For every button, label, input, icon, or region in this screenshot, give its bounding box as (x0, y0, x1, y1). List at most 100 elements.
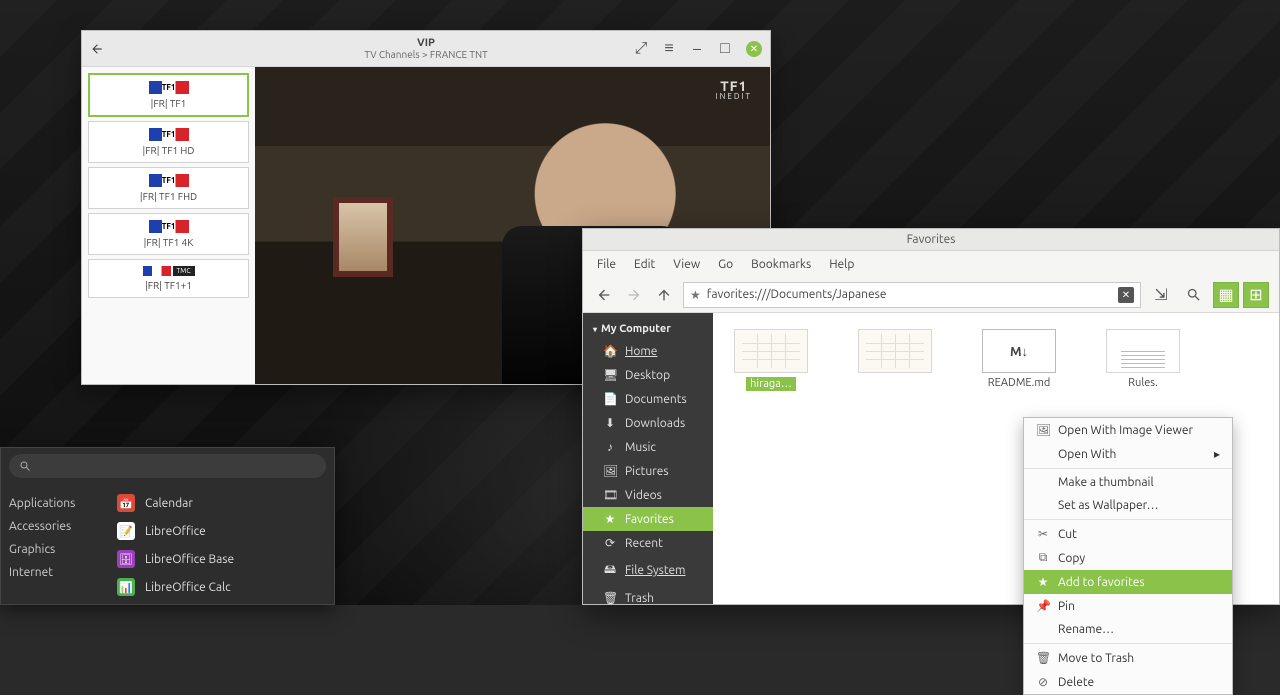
app-icon: 🗄 (117, 550, 135, 568)
ctx-rename[interactable]: Rename… (1024, 618, 1232, 641)
desktop-icon: 🖥 (603, 368, 617, 382)
file-thumbnail: M↓ (982, 329, 1056, 373)
documents-icon: 📄 (603, 392, 617, 406)
ctx-move-trash[interactable]: 🗑Move to Trash (1024, 646, 1232, 670)
nav-forward-button[interactable] (623, 284, 645, 306)
new-tab-icon[interactable]: ⇲ (1149, 283, 1173, 307)
search-icon[interactable] (1181, 283, 1205, 307)
file-item[interactable]: M↓README.md (975, 329, 1063, 389)
star-icon: ★ (690, 288, 701, 302)
close-button[interactable]: ✕ (746, 41, 762, 57)
channel-logo: TF1 (149, 220, 189, 233)
sidebar-item-music[interactable]: ♪Music (583, 435, 713, 459)
app-libreoffice-calc[interactable]: 📊LibreOffice Calc (111, 576, 334, 598)
sidebar-item-favorites[interactable]: ★Favorites (583, 507, 713, 531)
search-input[interactable] (9, 454, 326, 478)
channel-item[interactable]: TF1|FR| TF1 (88, 73, 249, 117)
sidebar: ▾My Computer 🏠 Home 🖥 Desktop 📄Documents ⬇ Down… (583, 313, 713, 604)
menu-category-internet[interactable]: Internet (5, 561, 111, 584)
maximize-button[interactable]: □ (718, 42, 732, 56)
sidebar-item-label: Videos (625, 489, 662, 502)
menu-category-applications[interactable]: Applications (5, 492, 111, 515)
ctx-pin[interactable]: 📌Pin (1024, 594, 1232, 618)
app-calendar[interactable]: 📅Calendar (111, 492, 334, 514)
pictures-icon: 🖼 (603, 464, 617, 478)
sidebar-item-videos[interactable]: 🎞Videos (583, 483, 713, 507)
ctx-make-thumbnail[interactable]: Make a thumbnail (1024, 471, 1232, 494)
channel-logo: TF1 (149, 128, 189, 141)
ctx-cut[interactable]: ✂Cut (1024, 522, 1232, 546)
sidebar-item-label: Desktop (625, 369, 670, 382)
app-icon: 📊 (117, 578, 135, 596)
file-manager-window: Favorites FileEditViewGoBookmarksHelp ★ … (582, 228, 1280, 605)
chevron-right-icon: ▸ (1214, 447, 1220, 461)
ctx-delete[interactable]: ⊘Delete (1024, 670, 1232, 694)
clear-address-button[interactable]: ✕ (1118, 287, 1134, 303)
view-grid-button[interactable]: ⊞ (1243, 282, 1269, 308)
menu-icon[interactable]: ≡ (662, 42, 676, 56)
file-item[interactable]: hiraga… (727, 329, 815, 391)
app-icon: 📅 (117, 494, 135, 512)
channel-label: |FR| TF1 4K (144, 237, 194, 248)
channel-watermark: TF1 INEDIT (716, 79, 752, 101)
menu-file[interactable]: File (597, 258, 616, 271)
address-bar[interactable]: ★ favorites:///Documents/Japanese ✕ (683, 282, 1141, 308)
file-item[interactable]: Rules. (1099, 329, 1187, 389)
app-icon: 📝 (117, 522, 135, 540)
channel-item[interactable]: TF1 |FR| TF1 4K (88, 213, 249, 255)
sidebar-item-recent[interactable]: ⟳Recent (583, 531, 713, 555)
search-icon (19, 460, 31, 472)
cut-icon: ✂ (1036, 527, 1050, 541)
file-system-icon: 🖴 (603, 560, 617, 581)
menu-view[interactable]: View (673, 258, 700, 271)
channel-item[interactable]: TMC|FR| TF1+1 (88, 259, 249, 298)
address-text: favorites:///Documents/Japanese (707, 288, 887, 301)
sidebar-item-label: Recent (625, 537, 663, 550)
ctx-open-image-viewer[interactable]: 🖼Open With Image Viewer (1024, 418, 1232, 442)
channel-list[interactable]: TF1|FR| TF1TF1|FR| TF1 HDTF1|FR| TF1 FHD… (82, 67, 255, 384)
nav-back-button[interactable] (593, 284, 615, 306)
app-libreoffice-base[interactable]: 🗄LibreOffice Base (111, 548, 334, 570)
sidebar-item-desktop[interactable]: 🖥 Desktop (583, 363, 713, 387)
file-item[interactable] (851, 329, 939, 377)
menubar: File Edit View Go Bookmarks Help (583, 251, 1279, 277)
menu-category-accessories[interactable]: Accessories (5, 515, 111, 538)
sidebar-item-label: Music (625, 441, 656, 454)
view-icons-button[interactable]: ▦ (1213, 282, 1239, 308)
sidebar-item-documents[interactable]: 📄Documents (583, 387, 713, 411)
sidebar-item-trash[interactable]: 🗑Trash (583, 586, 713, 604)
sidebar-item-downloads[interactable]: ⬇ Downloads (583, 411, 713, 435)
menu-help[interactable]: Help (829, 258, 854, 271)
sidebar-item-pictures[interactable]: 🖼Pictures (583, 459, 713, 483)
sidebar-item-label: Downloads (625, 417, 685, 430)
minimize-button[interactable]: – (690, 42, 704, 56)
ctx-add-favorites[interactable]: ★Add to favorites (1024, 570, 1232, 594)
image-viewer-icon: 🖼 (1036, 423, 1050, 437)
sidebar-heading-computer[interactable]: ▾My Computer (583, 319, 713, 339)
sidebar-item-file-system[interactable]: 🖴File System (583, 555, 713, 586)
ctx-open-with[interactable]: Open With▸ (1024, 442, 1232, 466)
sidebar-item-home[interactable]: 🏠 Home (583, 339, 713, 363)
app-menu: ApplicationsAccessoriesGraphicsInternet … (0, 447, 335, 605)
fullscreen-icon[interactable]: ⤢ (634, 42, 648, 56)
home-icon: 🏠 (603, 344, 617, 358)
downloads-icon: ⬇ (603, 416, 617, 430)
menu-go[interactable]: Go (718, 258, 733, 271)
ctx-copy[interactable]: ⧉Copy (1024, 546, 1232, 570)
trash-icon: 🗑 (603, 591, 617, 604)
file-pane[interactable]: hiraga… M↓README.md Rules. 🖼Open With Imag… (713, 313, 1279, 604)
context-menu: 🖼Open With Image Viewer Open With▸ Make … (1023, 417, 1233, 695)
nav-up-button[interactable] (653, 284, 675, 306)
channel-logo: TF1 (149, 81, 189, 94)
sidebar-item-label: Home (625, 345, 657, 358)
app-libreoffice[interactable]: 📝LibreOffice (111, 520, 334, 542)
file-thumbnail (858, 329, 932, 373)
channel-item[interactable]: TF1|FR| TF1 HD (88, 121, 249, 163)
menu-edit[interactable]: Edit (634, 258, 655, 271)
menu-category-graphics[interactable]: Graphics (5, 538, 111, 561)
ctx-set-wallpaper[interactable]: Set as Wallpaper… (1024, 494, 1232, 517)
back-button[interactable] (90, 42, 114, 56)
menu-bookmarks[interactable]: Bookmarks (751, 258, 811, 271)
channel-item[interactable]: TF1|FR| TF1 FHD (88, 167, 249, 209)
copy-icon: ⧉ (1036, 551, 1050, 565)
